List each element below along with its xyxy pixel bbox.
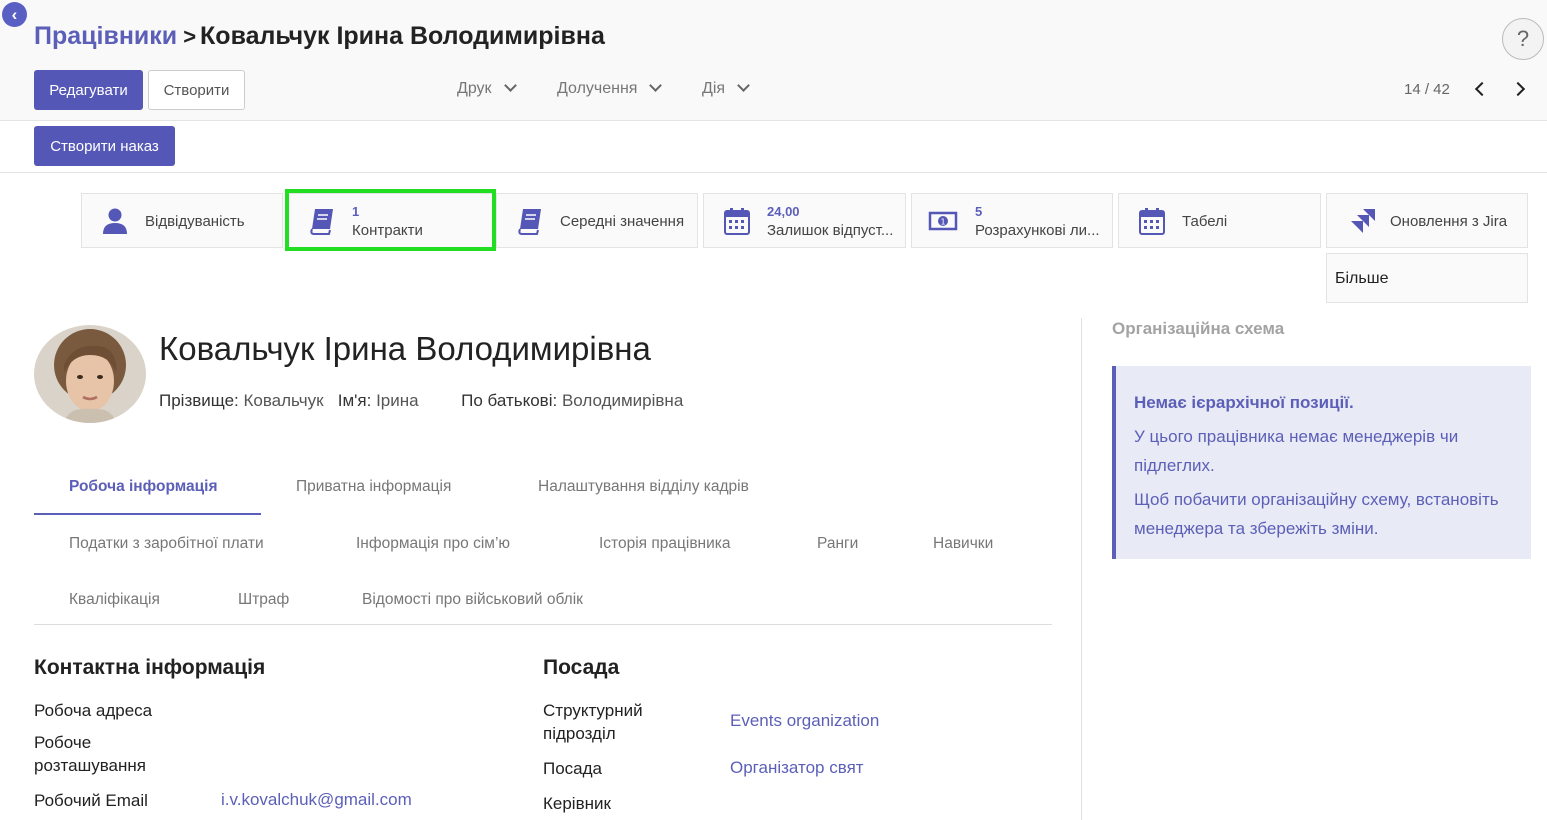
breadcrumb-current: Ковальчук Ірина Володимирівна bbox=[200, 22, 605, 50]
position-section-title: Посада bbox=[543, 656, 620, 679]
work-email-label: Робочий Email bbox=[34, 791, 148, 810]
surname-label: Прізвище: bbox=[159, 391, 239, 410]
breadcrumb-separator: > bbox=[183, 24, 197, 49]
department-value[interactable]: Events organization bbox=[730, 711, 879, 731]
employee-name[interactable]: Ковальчук Ірина Володимирівна bbox=[159, 330, 651, 368]
tab-qualification[interactable]: Кваліфікація bbox=[69, 591, 160, 609]
action-label: Дія bbox=[702, 80, 726, 97]
tab-private-information[interactable]: Приватна інформація bbox=[296, 478, 451, 496]
tab-hr-settings[interactable]: Налаштування відділу кадрів bbox=[538, 478, 749, 496]
header-divider bbox=[0, 172, 1547, 173]
department-label: Структурний підрозділ bbox=[543, 701, 643, 743]
payslips-button[interactable]: 1 5 Розрахункові ли... bbox=[911, 193, 1113, 248]
job-position-label: Посада bbox=[543, 759, 603, 778]
org-chart-message-2: Щоб побачити організаційну схему, встано… bbox=[1134, 490, 1499, 538]
averages-button[interactable]: Середні значення bbox=[496, 193, 698, 248]
tabs-divider bbox=[34, 624, 1052, 625]
surname-value[interactable]: Ковальчук bbox=[243, 391, 323, 410]
user-icon bbox=[103, 208, 127, 234]
jira-icon bbox=[1351, 209, 1375, 233]
action-dropdown[interactable]: Дія bbox=[702, 79, 750, 98]
jira-update-button[interactable]: Оновлення з Jira bbox=[1326, 193, 1528, 248]
breadcrumb-employees-link[interactable]: Працівники bbox=[34, 22, 177, 50]
payslips-count: 5 bbox=[975, 204, 983, 219]
back-icon[interactable]: ‹ bbox=[2, 2, 27, 27]
patronymic-value[interactable]: Володимирівна bbox=[562, 391, 683, 410]
sidebar-divider bbox=[1081, 318, 1082, 820]
work-email-value[interactable]: i.v.kovalchuk@gmail.com bbox=[221, 790, 412, 810]
job-position-value[interactable]: Організатор свят bbox=[730, 758, 864, 778]
jira-update-label: Оновлення з Jira bbox=[1390, 213, 1508, 230]
attachments-dropdown[interactable]: Долучення bbox=[557, 79, 663, 98]
create-button[interactable]: Створити bbox=[148, 70, 245, 110]
print-dropdown[interactable]: Друк bbox=[457, 79, 517, 98]
patronymic-label: По батькові: bbox=[461, 391, 558, 410]
print-label: Друк bbox=[457, 80, 492, 97]
tab-military-registration[interactable]: Відомості про військовий облік bbox=[362, 591, 583, 609]
first-name-label: Ім'я: bbox=[337, 391, 372, 410]
contact-section-title: Контактна інформація bbox=[34, 656, 266, 679]
leave-balance-button[interactable]: 24,00 Залишок відпуст... bbox=[703, 193, 906, 248]
leave-balance-count: 24,00 bbox=[767, 204, 800, 219]
org-chart-title: Організаційна схема bbox=[1112, 319, 1285, 338]
tab-skills[interactable]: Навички bbox=[933, 535, 993, 553]
first-name-value[interactable]: Ірина bbox=[376, 391, 419, 410]
employee-photo bbox=[34, 325, 146, 423]
work-address-label: Робоча адреса bbox=[34, 701, 153, 720]
chevron-down-icon bbox=[649, 79, 663, 92]
org-chart-message-1: У цього працівника немає менеджерів чи п… bbox=[1134, 427, 1459, 475]
book-icon bbox=[518, 209, 541, 235]
leave-balance-label: Залишок відпуст... bbox=[767, 222, 894, 239]
tab-employee-history[interactable]: Історія працівника bbox=[599, 535, 731, 553]
tab-payroll-taxes[interactable]: Податки з заробітної плати bbox=[69, 535, 264, 553]
help-button[interactable]: ? bbox=[1502, 18, 1544, 60]
active-tab-underline bbox=[34, 513, 261, 515]
tab-work-information[interactable]: Робоча інформація bbox=[69, 478, 218, 496]
pager-value[interactable]: 14 / 42 bbox=[1404, 81, 1450, 98]
edit-button[interactable]: Редагувати bbox=[34, 70, 143, 110]
tab-family-information[interactable]: Інформація про сім’ю bbox=[356, 535, 510, 553]
create-order-button[interactable]: Створити наказ bbox=[34, 126, 175, 166]
timesheets-button[interactable]: Табелі bbox=[1118, 193, 1321, 248]
svg-text:1: 1 bbox=[940, 218, 945, 227]
payslips-label: Розрахункові ли... bbox=[975, 222, 1100, 239]
averages-label: Середні значення bbox=[560, 213, 685, 230]
attendance-button[interactable]: Відвідуваність bbox=[81, 193, 283, 248]
breadcrumb: Працівники > Ковальчук Ірина Володимирівна bbox=[34, 22, 605, 51]
org-chart-info-box: Немає ієрархічної позиції. У цього праці… bbox=[1112, 366, 1531, 559]
org-chart-no-position: Немає ієрархічної позиції. bbox=[1134, 393, 1354, 412]
employee-name-parts: Прізвище: Ковальчук Ім'я: Ірина По батьк… bbox=[159, 391, 683, 411]
employee-avatar[interactable] bbox=[34, 325, 146, 423]
tab-ranks[interactable]: Ранги bbox=[817, 535, 858, 553]
chevron-down-icon bbox=[737, 79, 750, 92]
money-icon: 1 bbox=[928, 211, 958, 231]
attachments-label: Долучення bbox=[557, 80, 638, 97]
work-location-label: Робоче розташування bbox=[34, 733, 146, 775]
calendar-icon bbox=[724, 208, 750, 235]
attendance-label: Відвідуваність bbox=[145, 213, 245, 230]
chevron-down-icon bbox=[503, 79, 517, 92]
timesheets-label: Табелі bbox=[1182, 213, 1228, 230]
more-button[interactable]: Більше bbox=[1326, 253, 1528, 303]
tab-penalty[interactable]: Штраф bbox=[238, 591, 289, 609]
calendar-icon bbox=[1139, 208, 1165, 235]
manager-label: Керівник bbox=[543, 794, 611, 813]
contracts-highlight bbox=[285, 189, 496, 251]
